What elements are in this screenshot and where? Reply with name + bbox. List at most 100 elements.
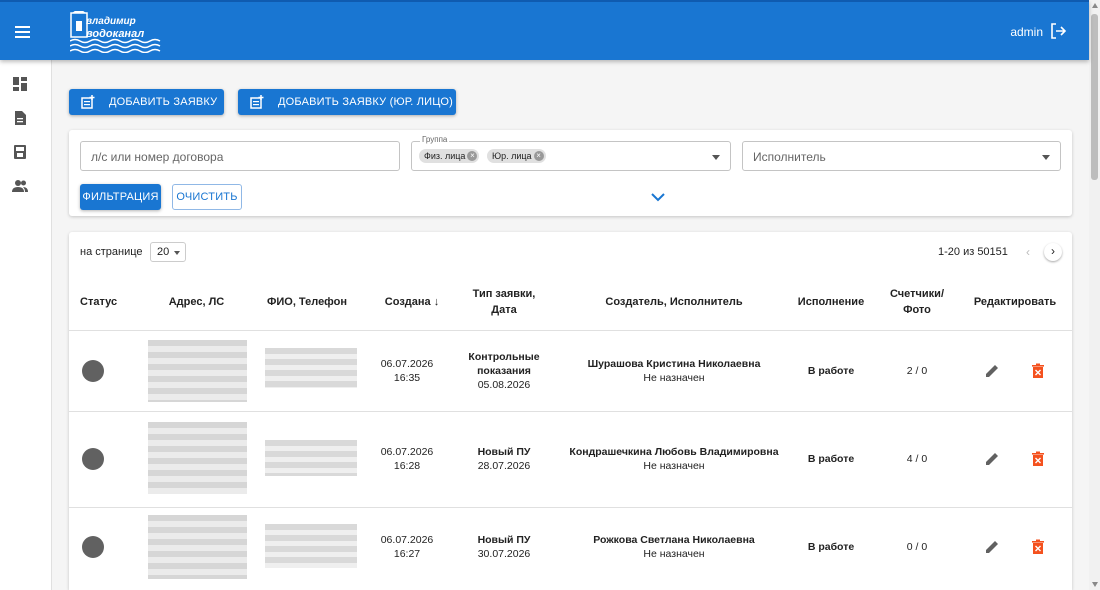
type-date: 30.07.2026 bbox=[477, 548, 531, 560]
status-indicator bbox=[82, 448, 104, 470]
creator-name: Шурашова Кристина Николаевна bbox=[587, 358, 761, 370]
add-request-button[interactable]: ДОБАВИТЬ ЗАЯВКУ bbox=[69, 89, 224, 115]
status-indicator bbox=[82, 536, 104, 558]
creator-name: Кондрашечкина Любовь Владимировна bbox=[569, 446, 779, 458]
created-date: 06.07.2026 bbox=[380, 446, 434, 458]
requests-table: на странице 20 1-20 из 50151 ‹ › Статус … bbox=[69, 232, 1072, 590]
executor-name: Не назначен bbox=[643, 372, 705, 384]
sidebar bbox=[0, 60, 52, 590]
pencil-icon[interactable] bbox=[984, 539, 1000, 555]
account-search-input[interactable]: л/с или номер договора bbox=[80, 141, 400, 171]
name-redacted bbox=[265, 440, 357, 476]
delete-icon[interactable] bbox=[1030, 539, 1046, 555]
col-meters-line2: Фото bbox=[903, 304, 931, 316]
meter-icon[interactable] bbox=[12, 144, 28, 160]
clear-button[interactable]: ОЧИСТИТЬ bbox=[172, 184, 242, 210]
next-page-button[interactable]: › bbox=[1044, 243, 1062, 261]
creator-cell: Шурашова Кристина Николаевна Не назначен bbox=[549, 357, 799, 385]
type-line: Новый ПУ bbox=[477, 446, 531, 458]
app-bar: владимир водоканал admin bbox=[0, 0, 1089, 60]
row-divider bbox=[69, 507, 1072, 508]
scroll-up-arrow-icon[interactable] bbox=[1092, 3, 1098, 8]
add-document-icon bbox=[250, 95, 264, 109]
chip-label: Физ. лица bbox=[424, 151, 466, 161]
dropdown-arrow-icon[interactable] bbox=[712, 155, 720, 160]
add-request-label: ДОБАВИТЬ ЗАЯВКУ bbox=[109, 96, 218, 108]
page-scrollbar[interactable] bbox=[1089, 0, 1100, 590]
header-divider bbox=[69, 330, 1072, 331]
type-cell: Новый ПУ 28.07.2026 bbox=[454, 445, 554, 473]
group-select[interactable]: Группа Физ. лица × Юр. лица × bbox=[411, 135, 731, 171]
executor-select[interactable]: Исполнитель bbox=[742, 141, 1061, 171]
creator-name: Рожкова Светлана Николаевна bbox=[593, 534, 755, 546]
col-execution[interactable]: Исполнение bbox=[791, 294, 871, 310]
col-meters-line1: Счетчики/ bbox=[889, 288, 945, 300]
prev-page-icon[interactable]: ‹ bbox=[1026, 245, 1030, 259]
delete-icon[interactable] bbox=[1030, 451, 1046, 467]
col-type[interactable]: Тип заявки, Дата bbox=[454, 286, 554, 318]
created-cell: 06.07.2026 16:28 bbox=[372, 445, 442, 473]
creator-cell: Рожкова Светлана Николаевна Не назначен bbox=[549, 533, 799, 561]
created-date: 06.07.2026 bbox=[380, 534, 434, 546]
group-chip-legal[interactable]: Юр. лица × bbox=[487, 149, 546, 163]
dropdown-arrow-icon[interactable] bbox=[1042, 155, 1050, 160]
delete-icon[interactable] bbox=[1030, 363, 1046, 379]
col-meters[interactable]: Счетчики/ Фото bbox=[877, 286, 957, 318]
logo-line2: водоканал bbox=[86, 28, 145, 40]
type-date: 05.08.2026 bbox=[477, 379, 531, 391]
created-cell: 06.07.2026 16:35 bbox=[372, 357, 442, 385]
chip-label: Юр. лица bbox=[492, 151, 532, 161]
dashboard-icon[interactable] bbox=[12, 76, 28, 92]
filter-button[interactable]: ФИЛЬТРАЦИЯ bbox=[80, 184, 161, 210]
meters-count: 0 / 0 bbox=[906, 541, 928, 553]
logo-text: владимир водоканал bbox=[86, 16, 144, 40]
group-chip-individuals[interactable]: Физ. лица × bbox=[419, 149, 480, 163]
name-redacted bbox=[265, 348, 357, 388]
execution-status: В работе bbox=[807, 365, 855, 377]
type-line: показания bbox=[477, 365, 531, 377]
add-request-legal-button[interactable]: ДОБАВИТЬ ЗАЯВКУ (ЮР. ЛИЦО) bbox=[238, 89, 456, 115]
status-indicator bbox=[82, 360, 104, 382]
address-redacted bbox=[148, 340, 247, 402]
address-redacted bbox=[148, 515, 247, 579]
scroll-thumb[interactable] bbox=[1091, 14, 1098, 180]
name-redacted bbox=[265, 524, 357, 568]
filter-panel: л/с или номер договора Группа Физ. лица … bbox=[69, 130, 1072, 216]
type-line: Контрольные bbox=[468, 351, 540, 363]
pencil-icon[interactable] bbox=[984, 451, 1000, 467]
pencil-icon[interactable] bbox=[984, 363, 1000, 379]
pagination-range: 1-20 из 50151 bbox=[938, 246, 1008, 258]
chevron-down-icon[interactable] bbox=[651, 192, 665, 202]
col-status[interactable]: Статус bbox=[80, 294, 117, 310]
created-cell: 06.07.2026 16:27 bbox=[372, 533, 442, 561]
user-name: admin bbox=[1010, 25, 1043, 39]
group-label: Группа bbox=[420, 135, 450, 144]
type-cell: Контрольные показания 05.08.2026 bbox=[454, 350, 554, 392]
dropdown-arrow-icon bbox=[174, 251, 180, 255]
col-type-line1: Тип заявки, bbox=[472, 288, 536, 300]
type-cell: Новый ПУ 30.07.2026 bbox=[454, 533, 554, 561]
scroll-down-arrow-icon[interactable] bbox=[1092, 582, 1098, 587]
execution-status: В работе bbox=[807, 541, 855, 553]
per-page-select[interactable]: 20 bbox=[150, 242, 186, 262]
col-creator-executor[interactable]: Создатель, Исполнитель bbox=[563, 294, 785, 310]
chip-remove-icon[interactable]: × bbox=[467, 151, 478, 161]
logo-line1: владимир bbox=[86, 16, 136, 27]
col-address[interactable]: Адрес, ЛС bbox=[149, 294, 244, 310]
address-redacted bbox=[148, 422, 247, 494]
add-request-legal-label: ДОБАВИТЬ ЗАЯВКУ (ЮР. ЛИЦО) bbox=[278, 96, 453, 108]
document-icon[interactable] bbox=[12, 110, 28, 126]
col-name-phone[interactable]: ФИО, Телефон bbox=[257, 294, 357, 310]
created-time: 16:27 bbox=[393, 548, 421, 560]
executor-placeholder: Исполнитель bbox=[753, 150, 826, 164]
menu-icon[interactable] bbox=[15, 26, 30, 38]
add-document-icon bbox=[81, 95, 95, 109]
chip-remove-icon[interactable]: × bbox=[533, 151, 544, 161]
meters-count: 4 / 0 bbox=[906, 453, 928, 465]
logout-icon[interactable] bbox=[1049, 22, 1067, 40]
col-type-line2: Дата bbox=[491, 304, 517, 316]
col-edit: Редактировать bbox=[973, 296, 1057, 308]
creator-cell: Кондрашечкина Любовь Владимировна Не наз… bbox=[549, 445, 799, 473]
users-icon[interactable] bbox=[12, 178, 28, 194]
col-created[interactable]: Создана ↓ bbox=[372, 294, 452, 310]
